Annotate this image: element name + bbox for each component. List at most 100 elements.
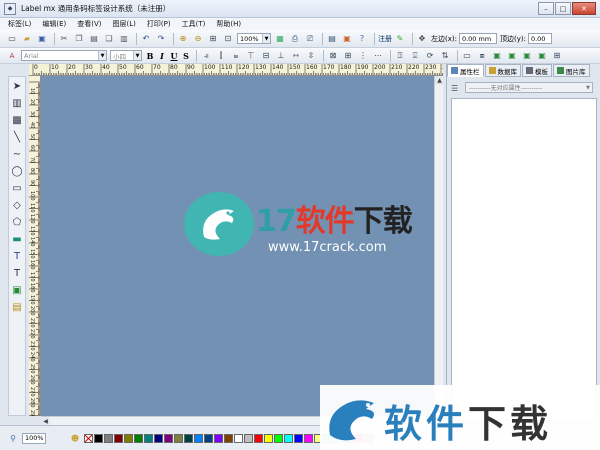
page-setup-icon[interactable]: ▤	[326, 33, 338, 45]
color-swatch[interactable]	[284, 433, 293, 443]
color-swatch[interactable]	[234, 433, 243, 443]
color-swatch[interactable]	[184, 433, 193, 443]
curve-icon[interactable]: ∼	[10, 147, 24, 161]
undo-icon[interactable]: ↶	[140, 33, 152, 45]
same-width-icon[interactable]: ⇿	[290, 50, 302, 62]
color-swatch[interactable]	[174, 433, 183, 443]
minimize-button[interactable]: –	[538, 2, 554, 15]
image-icon[interactable]: ▣	[10, 283, 24, 297]
color-swatch[interactable]	[274, 433, 283, 443]
distribute-h-icon[interactable]: ⋮	[357, 50, 369, 62]
print-preview-icon[interactable]: ▦	[274, 33, 286, 45]
search-icon[interactable]: ⚲	[8, 433, 18, 443]
status-zoom[interactable]: 100%	[22, 432, 46, 444]
lock-icon[interactable]: ⊞	[551, 50, 563, 62]
align-top-icon[interactable]: ⊤	[245, 50, 257, 62]
scroll-up-icon[interactable]: ▲	[435, 76, 444, 85]
paste-special-icon[interactable]: ▥	[118, 33, 130, 45]
color-swatch[interactable]	[244, 433, 253, 443]
align-middle-icon[interactable]: ⊟	[260, 50, 272, 62]
center-horizontal-icon[interactable]: ⊠	[327, 50, 339, 62]
cut-icon[interactable]: ✂	[58, 33, 70, 45]
database-icon[interactable]: ▤	[10, 300, 24, 314]
help-icon[interactable]: ?	[356, 33, 368, 45]
printer-setup-icon[interactable]: ⎚	[304, 33, 316, 45]
layer-down-icon[interactable]: ▣	[506, 50, 518, 62]
bold-button[interactable]: B	[145, 50, 155, 61]
color-swatch[interactable]	[254, 433, 263, 443]
menu-tools[interactable]: 工具(T)	[182, 19, 206, 29]
polygon-icon[interactable]: ⬠	[10, 215, 24, 229]
new-file-icon[interactable]: ▭	[6, 33, 18, 45]
redo-icon[interactable]: ↷	[155, 33, 167, 45]
zoom-select[interactable]: 100% ▼	[237, 33, 271, 44]
text-block-icon[interactable]: T	[10, 249, 24, 263]
color-swatch[interactable]	[154, 433, 163, 443]
font-size-select[interactable]: 小四 ▼	[110, 50, 142, 61]
top-margin-input[interactable]: 0.00	[527, 33, 552, 44]
tab-database[interactable]: 数据库	[484, 64, 521, 77]
left-margin-input[interactable]: 0.00 mm	[458, 33, 497, 44]
clone-icon[interactable]: ❏	[103, 33, 115, 45]
font-name-select[interactable]: Arial ▼	[21, 50, 107, 61]
ellipse-icon[interactable]: ◯	[10, 164, 24, 178]
vertical-scrollbar[interactable]: ▲ ▼	[434, 76, 444, 416]
fit-page-icon[interactable]: ⊞	[207, 33, 219, 45]
register-link[interactable]: 注册	[378, 34, 392, 44]
align-center-icon[interactable]: ⫿	[215, 50, 227, 62]
font-color-icon[interactable]: A	[6, 50, 18, 62]
color-swatch[interactable]	[264, 433, 273, 443]
line-icon[interactable]: ╲	[10, 130, 24, 144]
strike-button[interactable]: S	[181, 50, 191, 61]
align-right-icon[interactable]: ⫢	[230, 50, 242, 62]
menu-help[interactable]: 帮助(H)	[216, 19, 241, 29]
color-swatch[interactable]	[94, 433, 103, 443]
qrcode-icon[interactable]: ▩	[10, 113, 24, 127]
fill-rect-icon[interactable]: ▬	[10, 232, 24, 246]
layer-top-icon[interactable]: ▣	[521, 50, 533, 62]
menu-print[interactable]: 打印(P)	[147, 19, 171, 29]
layer-up-icon[interactable]: ▣	[491, 50, 503, 62]
color-swatch[interactable]	[104, 433, 113, 443]
align-left-icon[interactable]: ⫣	[200, 50, 212, 62]
underline-button[interactable]: U	[169, 50, 179, 61]
color-picker-icon[interactable]: ☻	[70, 433, 80, 443]
zoom-out-icon[interactable]: ⊖	[192, 33, 204, 45]
center-vertical-icon[interactable]: ⊞	[342, 50, 354, 62]
diamond-icon[interactable]: ◇	[10, 198, 24, 212]
layer-bottom-icon[interactable]: ▣	[536, 50, 548, 62]
same-height-icon[interactable]: ⇳	[305, 50, 317, 62]
no-color-swatch[interactable]	[84, 433, 93, 443]
zoom-in-icon[interactable]: ⊕	[177, 33, 189, 45]
bring-front-icon[interactable]: ⍐	[394, 50, 406, 62]
open-folder-icon[interactable]: ▰	[21, 33, 33, 45]
italic-button[interactable]: I	[157, 50, 167, 61]
flip-icon[interactable]: ⇅	[439, 50, 451, 62]
tab-templates[interactable]: 模板	[522, 64, 552, 77]
tab-images[interactable]: 图片库	[553, 64, 590, 77]
actual-size-icon[interactable]: ⊡	[222, 33, 234, 45]
align-bottom-icon[interactable]: ⊥	[275, 50, 287, 62]
color-swatch[interactable]	[304, 433, 313, 443]
color-swatch[interactable]	[224, 433, 233, 443]
print-icon[interactable]: ⎙	[289, 33, 301, 45]
refresh-icon[interactable]: ✎	[394, 33, 406, 45]
tab-properties[interactable]: 属性栏	[447, 64, 484, 77]
copy-icon[interactable]: ❐	[73, 33, 85, 45]
color-swatch[interactable]	[124, 433, 133, 443]
arrow-icon[interactable]: ➤	[10, 79, 24, 93]
menu-edit[interactable]: 编辑(E)	[42, 19, 66, 29]
rectangle-icon[interactable]: ▭	[10, 181, 24, 195]
color-swatch[interactable]	[204, 433, 213, 443]
close-button[interactable]: ✕	[572, 2, 596, 15]
object-selector[interactable]: ----------无对应属性---------- ▼	[465, 82, 593, 93]
color-swatch[interactable]	[144, 433, 153, 443]
distribute-v-icon[interactable]: ⋯	[372, 50, 384, 62]
color-swatch[interactable]	[164, 433, 173, 443]
maximize-button[interactable]: □	[555, 2, 571, 15]
send-back-icon[interactable]: ⍗	[409, 50, 421, 62]
group-icon[interactable]: ▭	[461, 50, 473, 62]
color-swatch[interactable]	[294, 433, 303, 443]
color-swatch[interactable]	[134, 433, 143, 443]
barcode-icon[interactable]: ▥	[10, 96, 24, 110]
